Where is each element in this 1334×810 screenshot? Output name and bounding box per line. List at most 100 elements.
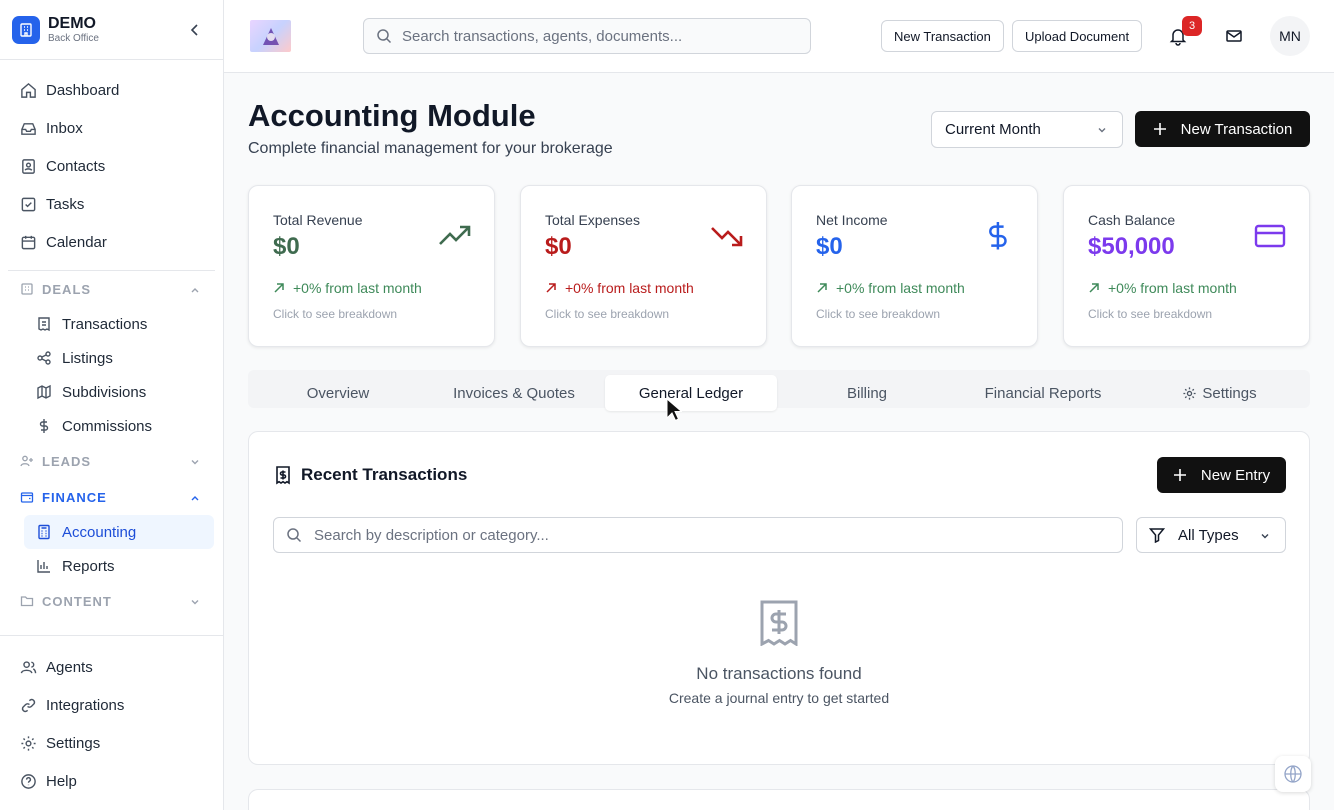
mail-icon[interactable] xyxy=(1224,26,1244,46)
sidebar-item-settings[interactable]: Settings xyxy=(0,724,223,762)
gear-icon xyxy=(21,735,36,751)
receipt-icon xyxy=(38,317,50,332)
empty-state-title: No transactions found xyxy=(696,664,862,683)
main-nav: Dashboard Inbox Contacts Tasks Calendar … xyxy=(0,60,223,619)
header-new-transaction-button[interactable]: New Transaction xyxy=(881,20,1004,52)
section-deals[interactable]: DEALS xyxy=(0,271,223,307)
stat-card-net-income[interactable]: Net Income $0 +0% from last month Click … xyxy=(791,185,1038,347)
section-label: FINANCE xyxy=(42,489,107,505)
stat-card-revenue[interactable]: Total Revenue $0 +0% from last month Cli… xyxy=(248,185,495,347)
upload-document-button[interactable]: Upload Document xyxy=(1012,20,1143,52)
section-label: CONTENT xyxy=(42,593,112,609)
sidebar-item-label: Listings xyxy=(62,349,113,367)
page-subtitle: Complete financial management for your b… xyxy=(248,140,613,157)
sidebar-item-accounting[interactable]: Accounting xyxy=(24,515,214,549)
ledger-search[interactable] xyxy=(273,517,1123,553)
chevron-down-icon xyxy=(1098,128,1106,133)
dollar-icon xyxy=(39,419,49,433)
sidebar: DEMO Back Office Dashboard Inbox Contact… xyxy=(0,0,224,810)
bottom-nav: Agents Integrations Settings Help xyxy=(0,635,223,800)
receipt-icon xyxy=(760,600,798,646)
user-plus-icon xyxy=(20,455,33,467)
tab-settings[interactable]: Settings xyxy=(1134,375,1305,411)
global-search[interactable] xyxy=(363,18,811,54)
card-change: +0% from last month xyxy=(816,280,965,296)
sidebar-item-label: Accounting xyxy=(62,523,137,541)
card-label: Total Revenue xyxy=(273,212,363,228)
receipt-icon xyxy=(276,466,290,485)
arrow-up-right-icon xyxy=(1089,283,1099,293)
avatar[interactable]: MN xyxy=(1270,16,1310,56)
sidebar-item-reports[interactable]: Reports xyxy=(0,549,223,583)
tab-overview[interactable]: Overview xyxy=(253,375,423,411)
tab-invoices-quotes[interactable]: Invoices & Quotes xyxy=(428,375,600,411)
assistant-button[interactable] xyxy=(1275,756,1311,792)
arrow-up-right-icon xyxy=(817,283,827,293)
bar-chart-icon xyxy=(37,560,50,573)
trending-up-icon xyxy=(439,225,471,245)
card-hint: Click to see breakdown xyxy=(545,307,670,321)
company-logo[interactable] xyxy=(250,20,291,52)
globe-icon xyxy=(1284,765,1302,783)
folder-icon xyxy=(20,596,34,607)
new-transaction-label: New Transaction xyxy=(1180,120,1293,138)
link-icon xyxy=(21,698,36,712)
share-icon xyxy=(37,351,51,365)
tab-billing[interactable]: Billing xyxy=(782,375,952,411)
brand-name: DEMO xyxy=(48,14,96,32)
sidebar-item-contacts[interactable]: Contacts xyxy=(0,147,223,185)
sidebar-item-label: Integrations xyxy=(46,696,125,714)
sidebar-item-listings[interactable]: Listings xyxy=(0,341,223,375)
sidebar-item-integrations[interactable]: Integrations xyxy=(0,686,223,724)
sidebar-item-label: Tasks xyxy=(46,195,85,213)
sidebar-item-help[interactable]: Help xyxy=(0,762,223,800)
period-select[interactable]: Current Month xyxy=(931,111,1123,148)
recent-transactions-panel: Recent Transactions New Entry All Types … xyxy=(248,431,1310,765)
panel-title-text: Recent Transactions xyxy=(301,465,468,484)
sidebar-item-tasks[interactable]: Tasks xyxy=(0,185,223,223)
section-content[interactable]: CONTENT xyxy=(0,583,223,619)
sidebar-item-label: Calendar xyxy=(46,233,107,251)
panel-title: Recent Transactions xyxy=(273,465,467,485)
secondary-panel xyxy=(248,789,1310,810)
chevron-up-icon xyxy=(191,496,199,501)
ledger-search-input[interactable] xyxy=(314,526,1094,544)
search-icon xyxy=(377,29,392,44)
stat-card-cash-balance[interactable]: Cash Balance $50,000 +0% from last month… xyxy=(1063,185,1310,347)
sidebar-item-transactions[interactable]: Transactions xyxy=(0,307,223,341)
sidebar-item-commissions[interactable]: Commissions xyxy=(0,409,223,443)
tab-general-ledger[interactable]: General Ledger xyxy=(605,375,777,411)
type-filter-select[interactable]: All Types xyxy=(1136,517,1286,553)
new-transaction-button[interactable]: New Transaction xyxy=(1135,111,1310,147)
section-finance[interactable]: FINANCE xyxy=(0,479,223,515)
chevron-down-icon xyxy=(191,460,199,465)
sidebar-item-agents[interactable]: Agents xyxy=(0,648,223,686)
tab-financial-reports[interactable]: Financial Reports xyxy=(957,375,1129,411)
trending-down-icon xyxy=(711,227,743,247)
new-entry-button[interactable]: New Entry xyxy=(1157,457,1286,493)
sidebar-item-label: Subdivisions xyxy=(62,383,147,401)
section-leads[interactable]: LEADS xyxy=(0,443,223,479)
card-hint: Click to see breakdown xyxy=(816,307,941,321)
card-change: +0% from last month xyxy=(545,280,694,296)
arrow-up-right-icon xyxy=(274,283,284,293)
wallet-icon xyxy=(20,492,34,503)
brand-subtitle: Back Office xyxy=(48,32,99,44)
contacts-icon xyxy=(22,158,35,174)
collapse-sidebar-icon[interactable] xyxy=(187,22,203,38)
sidebar-item-subdivisions[interactable]: Subdivisions xyxy=(0,375,223,409)
stat-card-expenses[interactable]: Total Expenses $0 +0% from last month Cl… xyxy=(520,185,767,347)
empty-state-subtitle: Create a journal entry to get started xyxy=(668,690,890,706)
plus-icon xyxy=(1153,123,1166,135)
sidebar-item-dashboard[interactable]: Dashboard xyxy=(0,71,223,109)
sidebar-item-label: Commissions xyxy=(62,417,153,435)
global-search-input[interactable] xyxy=(402,27,782,45)
page-title: Accounting Module xyxy=(248,98,536,133)
chevron-down-icon xyxy=(191,600,199,605)
card-label: Net Income xyxy=(816,212,888,228)
sidebar-item-calendar[interactable]: Calendar xyxy=(0,223,223,261)
card-hint: Click to see breakdown xyxy=(273,307,398,321)
brand: DEMO Back Office xyxy=(0,0,223,60)
card-value: $0 xyxy=(545,233,572,260)
sidebar-item-inbox[interactable]: Inbox xyxy=(0,109,223,147)
